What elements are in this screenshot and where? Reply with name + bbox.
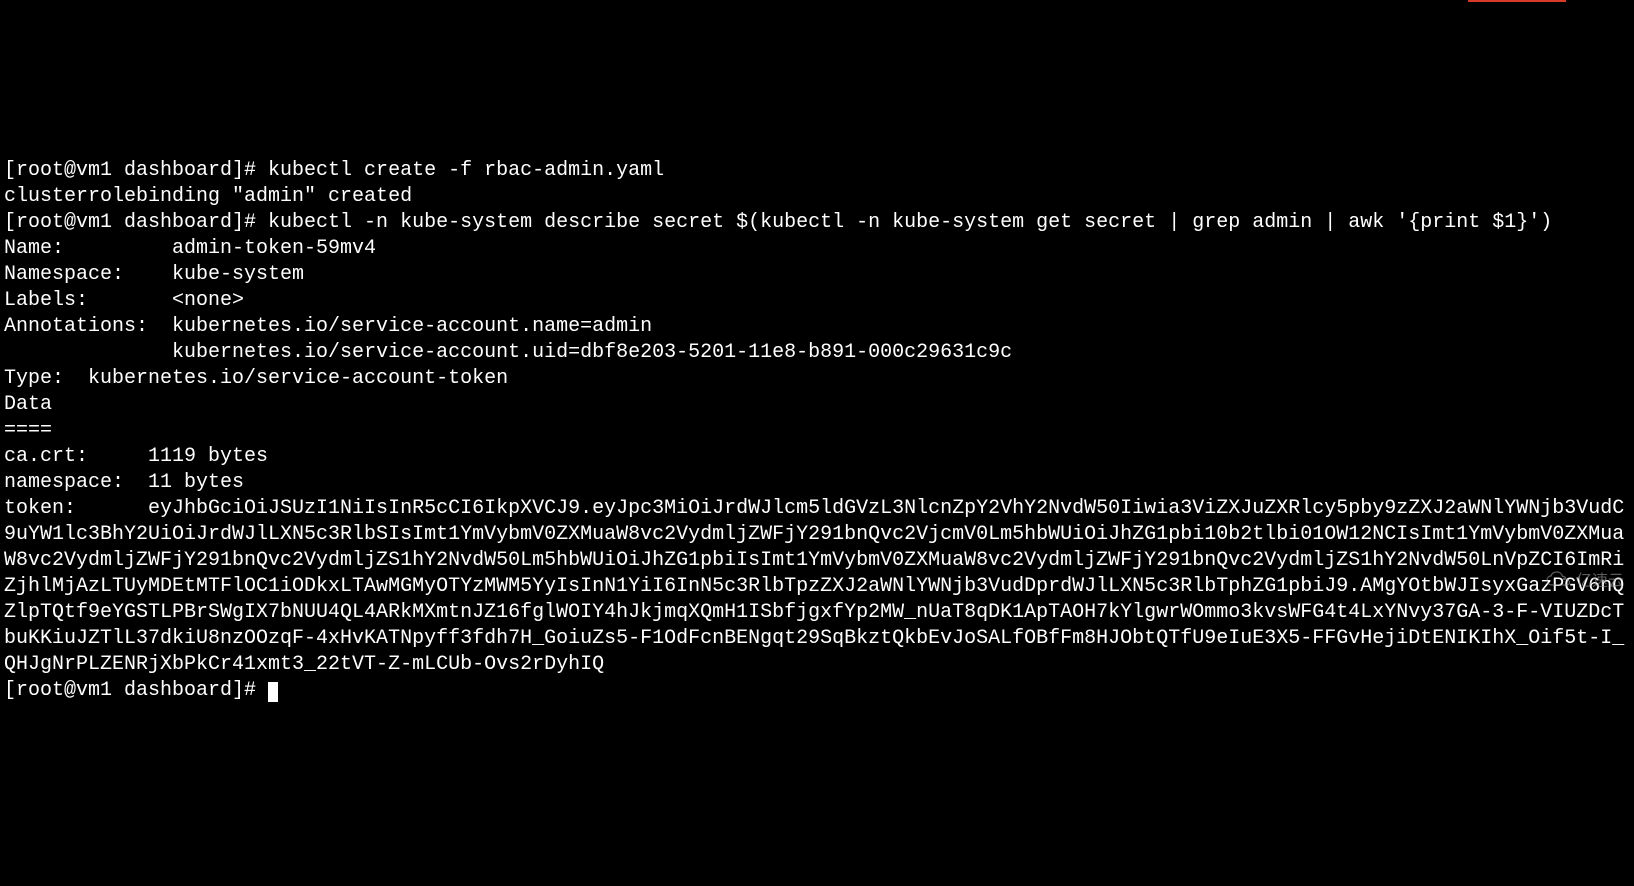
terminal-line: Name: admin-token-59mv4: [4, 236, 1630, 262]
terminal-output[interactable]: [root@vm1 dashboard]# kubectl create -f …: [4, 158, 1630, 704]
cloud-icon: [1528, 551, 1572, 615]
terminal-line: clusterrolebinding "admin" created: [4, 184, 1630, 210]
terminal-line: Annotations: kubernetes.io/service-accou…: [4, 314, 1630, 340]
terminal-line: ====: [4, 418, 1630, 444]
terminal-line: ca.crt: 1119 bytes: [4, 444, 1630, 470]
watermark-text: 亿速云: [1576, 572, 1624, 593]
terminal-line: Namespace: kube-system: [4, 262, 1630, 288]
terminal-line: Data: [4, 392, 1630, 418]
terminal-line: namespace: 11 bytes: [4, 470, 1630, 496]
terminal-line: Labels: <none>: [4, 288, 1630, 314]
terminal-line: [root@vm1 dashboard]# kubectl create -f …: [4, 158, 1630, 184]
watermark: 亿速云: [1528, 551, 1624, 615]
terminal-line: kubernetes.io/service-account.uid=dbf8e2…: [4, 340, 1630, 366]
terminal-cursor: [268, 682, 278, 702]
terminal-line: Type: kubernetes.io/service-account-toke…: [4, 366, 1630, 392]
terminal-line: [root@vm1 dashboard]# kubectl -n kube-sy…: [4, 210, 1630, 236]
terminal-prompt[interactable]: [root@vm1 dashboard]#: [4, 679, 268, 702]
top-red-indicator: [1468, 0, 1566, 2]
terminal-line: token: eyJhbGciOiJSUzI1NiIsInR5cCI6IkpXV…: [4, 496, 1630, 678]
